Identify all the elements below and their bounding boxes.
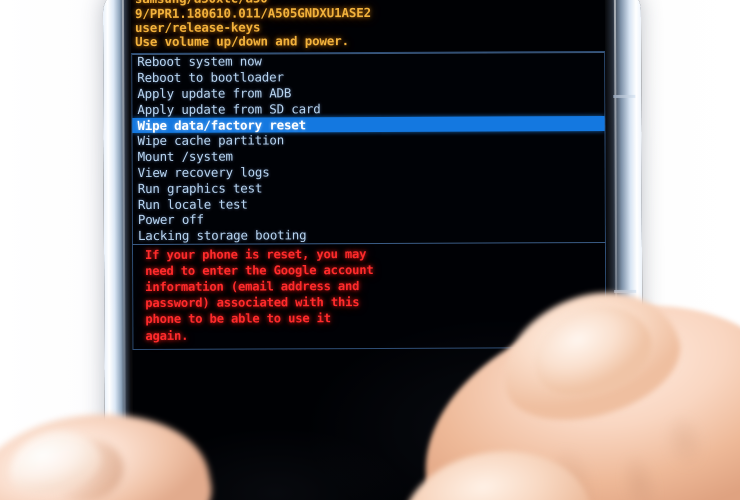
phone-screen: Android Recovery samsung/a50xtc/a50 9/PP…	[130, 0, 608, 500]
recovery-menu: Reboot system now Reboot to bootloader A…	[131, 51, 606, 246]
phone-device: Android Recovery samsung/a50xtc/a50 9/PP…	[102, 0, 644, 500]
menu-item-lacking-storage-booting[interactable]: Lacking storage booting	[133, 226, 605, 244]
warning-line-5: again.	[145, 328, 189, 343]
warning-line-3: password) associated with this	[145, 295, 360, 311]
recovery-header: Android Recovery samsung/a50xtc/a50 9/PP…	[131, 0, 605, 50]
warning-line-1: need to enter the Google account	[145, 263, 374, 279]
warning-line-0: If your phone is reset, you may	[144, 247, 367, 263]
phone-left-rail	[102, 0, 132, 500]
recovery-header-line-3: Use volume up/down and power.	[135, 33, 350, 50]
recovery-console: Android Recovery samsung/a50xtc/a50 9/PP…	[131, 0, 607, 350]
warning-line-2: information (email address and	[145, 279, 360, 295]
recovery-warning: If your phone is reset, you may need to …	[131, 243, 607, 350]
warning-line-4: phone to be able to use it	[145, 311, 331, 327]
phone-right-rail-notch-top	[613, 94, 636, 98]
phone-right-rail-notch-bottom	[614, 289, 637, 293]
screen-lower-right-shadow	[562, 382, 608, 500]
screenshot-stage: Android Recovery samsung/a50xtc/a50 9/PP…	[0, 0, 740, 500]
phone-right-rail	[604, 0, 644, 500]
